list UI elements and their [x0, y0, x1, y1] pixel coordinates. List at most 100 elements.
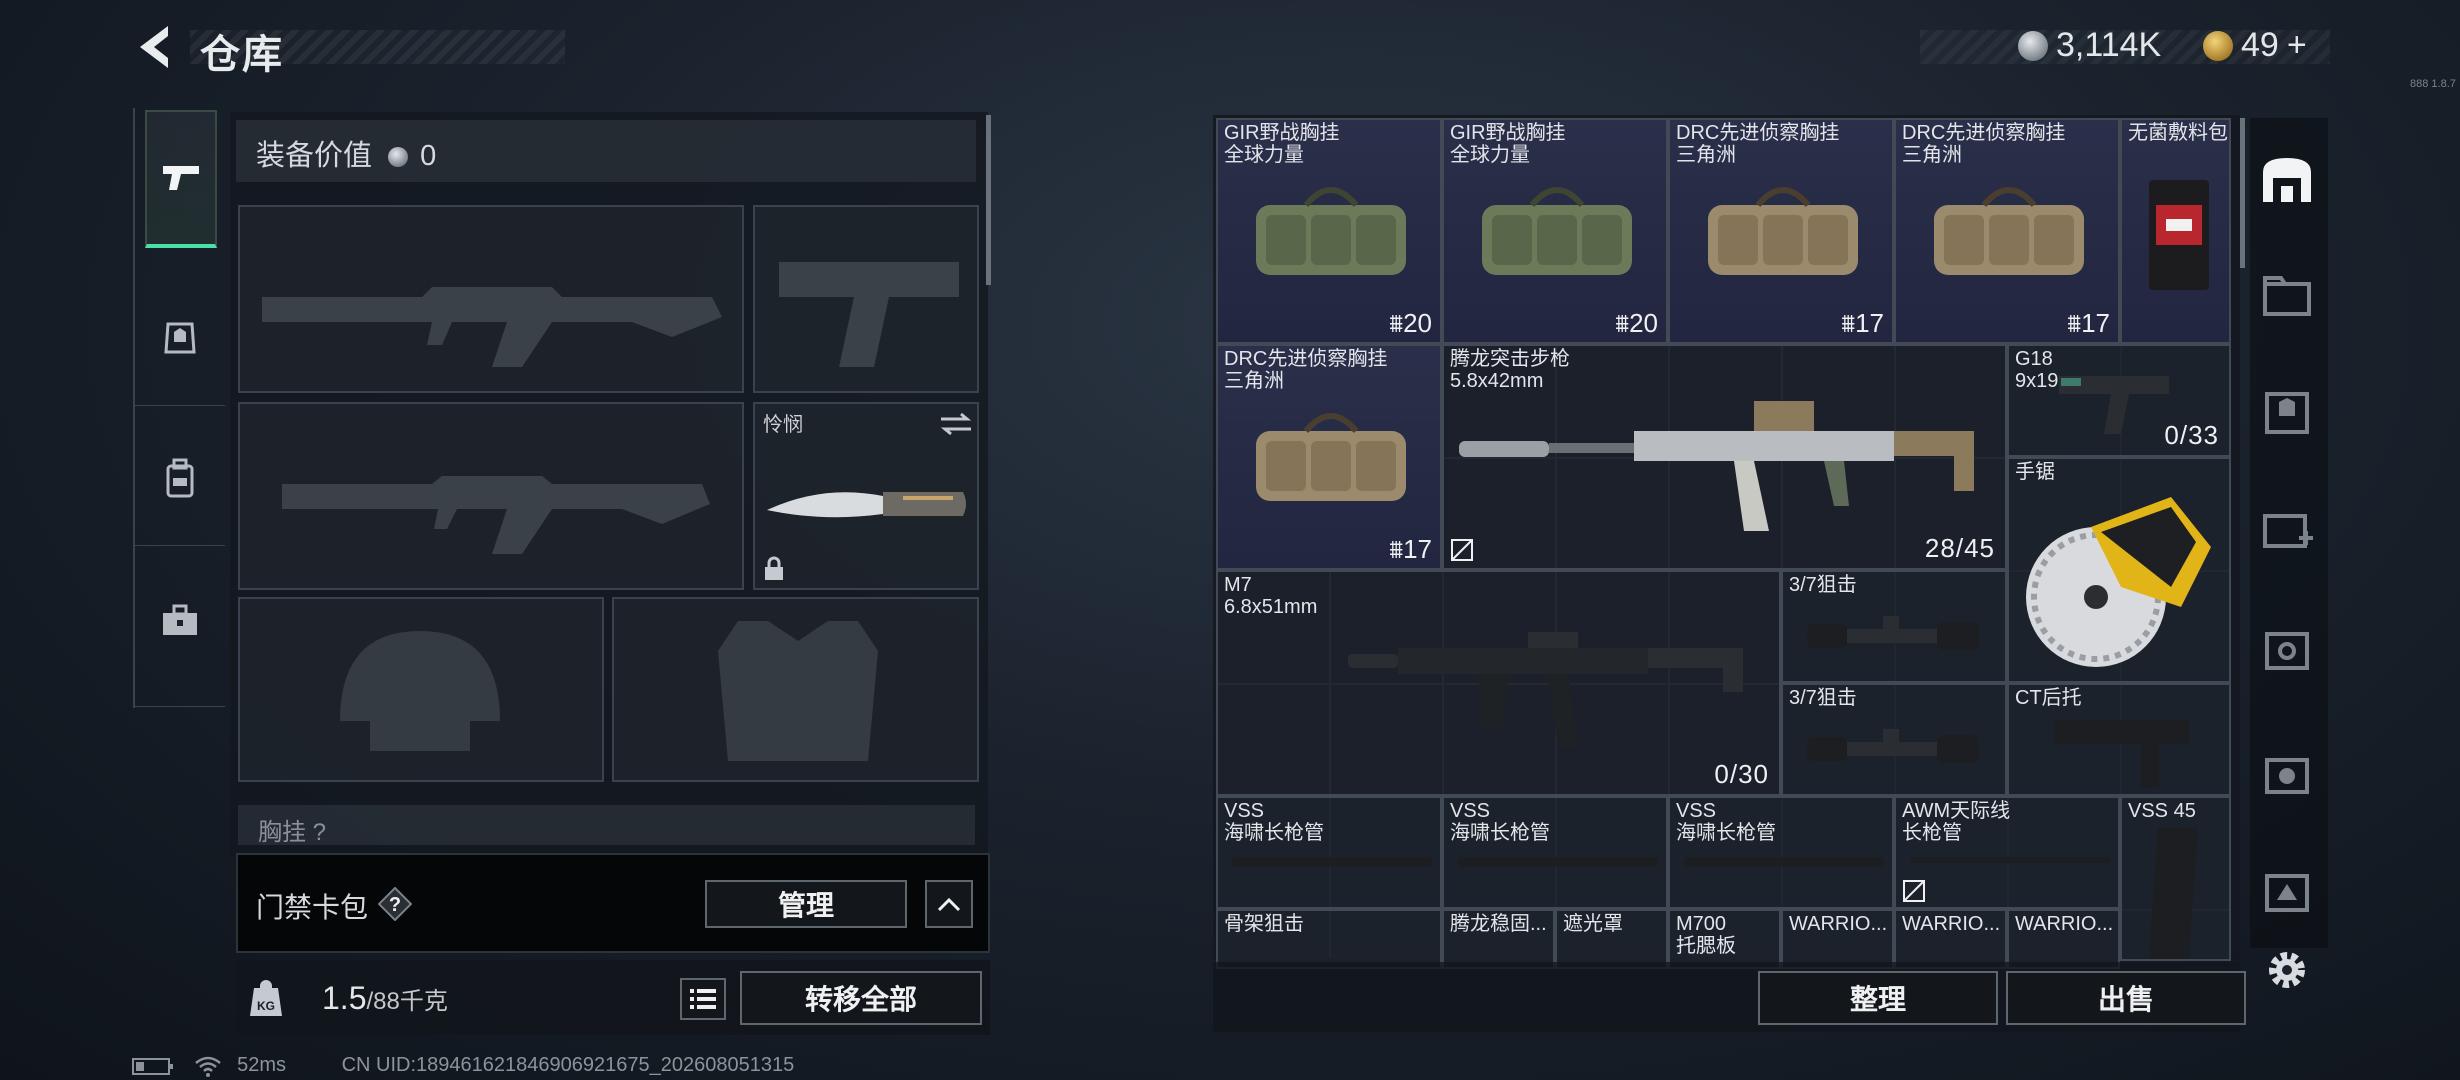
item-name: VSS 海啸长枪管 [1224, 800, 1324, 844]
melee-name: 怜悯 [763, 414, 803, 436]
item-name: 3/7狙击 [1789, 574, 1857, 596]
tab-case[interactable] [145, 586, 215, 656]
stash-item-bipod[interactable]: 骨架狙击 [1216, 909, 1442, 969]
item-name: 手锯 [2015, 461, 2055, 483]
back-button[interactable] [130, 22, 180, 72]
item-name: CT后托 [2015, 687, 2082, 709]
chest-rig-slot[interactable] [238, 805, 975, 845]
secondary-weapon-slot[interactable] [753, 205, 979, 393]
item-name: VSS 海啸长枪管 [1450, 800, 1550, 844]
tab-helmet[interactable] [145, 303, 215, 373]
medical-box-icon [2263, 514, 2313, 548]
loadout-value: 装备价值 0 [256, 132, 436, 174]
stash-item-barrel[interactable]: VSS 海啸长枪管 [1216, 796, 1442, 909]
settings-button[interactable] [2262, 945, 2312, 995]
stash-page-4-tab[interactable] [2255, 618, 2319, 682]
stash-item-rig[interactable]: DRC先进侦察胸挂 三角洲 ⩩17 [1216, 344, 1442, 570]
back-arrow-icon [140, 26, 168, 68]
item-name: WARRIO... [1789, 913, 1888, 935]
stash-all-tab[interactable] [2255, 148, 2319, 212]
item-count: ⩩17 [2067, 308, 2110, 338]
sort-button[interactable]: 整理 [1758, 971, 1998, 1025]
weight-readout: 1.5/88千克 [322, 980, 448, 1017]
stash-item-barrel[interactable]: AWM天际线 长枪管 [1894, 796, 2120, 909]
lock-icon [765, 556, 783, 580]
secondary-rifle-slot[interactable] [238, 402, 744, 590]
tab-weapons[interactable] [145, 110, 217, 248]
stash-item-warrior[interactable]: WARRIO... [2007, 909, 2120, 969]
stash-item-warrior[interactable]: WARRIO... [1894, 909, 2007, 969]
no-insure-icon [1451, 539, 1473, 561]
stash-item-warrior[interactable]: WARRIO... [1781, 909, 1894, 969]
rifle-stock-icon [2054, 720, 2189, 788]
status-bar: 52ms CN UID:18946162184690692​1675_20260… [132, 1054, 794, 1077]
stash-page-3-tab[interactable] [2255, 498, 2319, 562]
sell-button[interactable]: 出售 [2006, 971, 2246, 1025]
wifi-icon [194, 1056, 221, 1077]
svg-text:?: ? [389, 894, 401, 916]
barrel-icon [1684, 857, 1884, 867]
swap-icon[interactable] [939, 412, 973, 436]
chest-rig-icon [1934, 187, 2084, 275]
barrel-icon [1910, 857, 2110, 863]
stash-item-grip[interactable]: 腾龙稳固... [1442, 909, 1555, 969]
stash-item-rig[interactable]: DRC先进侦察胸挂 三角洲 ⩩17 [1668, 118, 1894, 344]
item-name: WARRIO... [2015, 913, 2114, 935]
item-name: M7 6.8x51mm [1224, 574, 1318, 618]
stash-item-scope[interactable]: 3/7狙击 [1781, 570, 2007, 683]
stash-item-pistol[interactable]: G18 9x19mm 0/33 [2007, 344, 2231, 457]
help-icon[interactable]: ? [377, 886, 413, 922]
stash-item-rig[interactable]: DRC先进侦察胸挂 三角洲 ⩩17 [1894, 118, 2120, 344]
stash-item-rifle[interactable]: M7 6.8x51mm 0/30 [1216, 570, 1781, 796]
stash-item-rifle[interactable]: 腾龙突击步枪 5.8x42mm 28/45 [1442, 344, 2007, 570]
list-view-button[interactable] [680, 978, 726, 1020]
chest-rig-icon [1482, 187, 1632, 275]
stash-item-rig[interactable]: GIR野战胸挂 全球力量 ⩩20 [1216, 118, 1442, 344]
chevron-up-icon [937, 897, 961, 912]
stash-item-cheekpad[interactable]: M700 托腮板 [1668, 909, 1781, 969]
stash-item-stock[interactable]: CT后托 [2007, 683, 2231, 796]
stash-item-sunshade[interactable]: 遮光罩 [1555, 909, 1668, 969]
armor-slot[interactable] [612, 597, 979, 782]
stash-item-bandage[interactable]: 无菌敷料包 [2120, 118, 2231, 344]
stash-page-1-tab[interactable] [2255, 262, 2319, 326]
chest-rig-icon [1256, 413, 1406, 501]
stash-item-barrel[interactable]: VSS 海啸长枪管 [1668, 796, 1894, 909]
helmet-slot[interactable] [238, 597, 604, 782]
tab-backpack[interactable] [145, 443, 215, 513]
item-count: ⩩17 [1841, 308, 1884, 338]
gold-currency[interactable]: 49 + [2203, 26, 2307, 65]
collapse-button[interactable] [925, 880, 973, 928]
stash-scrollbar[interactable] [2240, 118, 2245, 268]
loadout-tab-bar [133, 108, 227, 708]
weight-max: /88千克 [366, 988, 448, 1015]
item-name: M700 托腮板 [1676, 913, 1736, 957]
stash-page-5-tab[interactable] [2255, 742, 2319, 806]
item-name: GIR野战胸挂 全球力量 [1224, 122, 1340, 166]
item-name: 腾龙稳固... [1450, 913, 1547, 935]
stash-item-scope[interactable]: 3/7狙击 [1781, 683, 2007, 796]
no-insure-icon [1903, 880, 1925, 902]
stash-page-6-tab[interactable] [2255, 860, 2319, 924]
primary-weapon-slot[interactable] [238, 205, 744, 393]
ammo-box-icon [2265, 632, 2309, 670]
stash-item-barrel[interactable]: VSS 海啸长枪管 [1442, 796, 1668, 909]
stash-item-rig[interactable]: GIR野战胸挂 全球力量 ⩩20 [1442, 118, 1668, 344]
rifle-silhouette-icon [282, 476, 710, 554]
uid-readout: CN UID:18946162184690692​1675_2026080513… [341, 1054, 795, 1076]
stash-page-2-tab[interactable] [2255, 380, 2319, 444]
transfer-all-button[interactable]: 转移全部 [740, 971, 982, 1025]
stash-item-saw[interactable]: 手锯 [2007, 457, 2231, 683]
silver-coin-icon [2018, 30, 2048, 61]
stash-item-magazine[interactable]: VSS 45 [2120, 796, 2231, 961]
gear-box-icon [2265, 758, 2309, 794]
gold-add-button[interactable]: + [2287, 26, 2307, 65]
chest-rig-icon [1256, 187, 1406, 275]
chest-rig-icon [1708, 187, 1858, 275]
svg-text:KG: KG [257, 999, 275, 1013]
ammo-count: 28/45 [1924, 533, 1995, 563]
loadout-scrollbar[interactable] [986, 115, 991, 285]
manage-button[interactable]: 管理 [705, 880, 907, 928]
melee-slot[interactable]: 怜悯 [753, 402, 979, 590]
vest-silhouette-icon [718, 621, 878, 761]
